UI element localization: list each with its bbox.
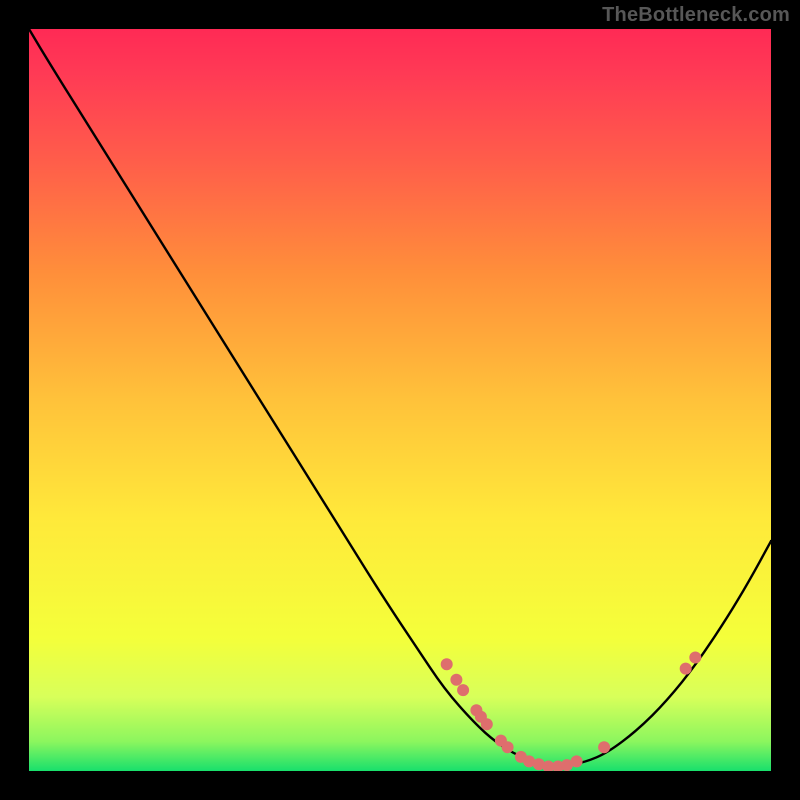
curve-marker (457, 684, 469, 696)
curve-marker (689, 652, 701, 664)
curve-marker (598, 741, 610, 753)
curve-marker (680, 663, 692, 675)
gradient-background (29, 29, 771, 771)
curve-marker (481, 718, 493, 730)
chart-area (29, 29, 771, 771)
curve-marker (571, 755, 583, 767)
chart-svg (29, 29, 771, 771)
watermark-text: TheBottleneck.com (602, 4, 790, 27)
curve-marker (502, 741, 514, 753)
curve-marker (441, 658, 453, 670)
stage: TheBottleneck.com (0, 0, 800, 800)
curve-marker (450, 674, 462, 686)
